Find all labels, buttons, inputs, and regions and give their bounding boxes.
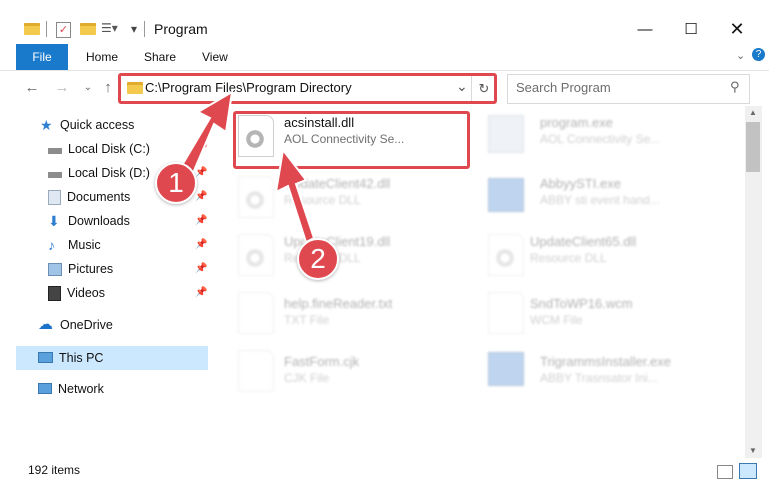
annotation-arrows — [176, 90, 316, 244]
step-1-marker: 1 — [155, 162, 197, 204]
arrow-2 — [274, 147, 316, 244]
step-2-marker: 2 — [297, 238, 339, 280]
